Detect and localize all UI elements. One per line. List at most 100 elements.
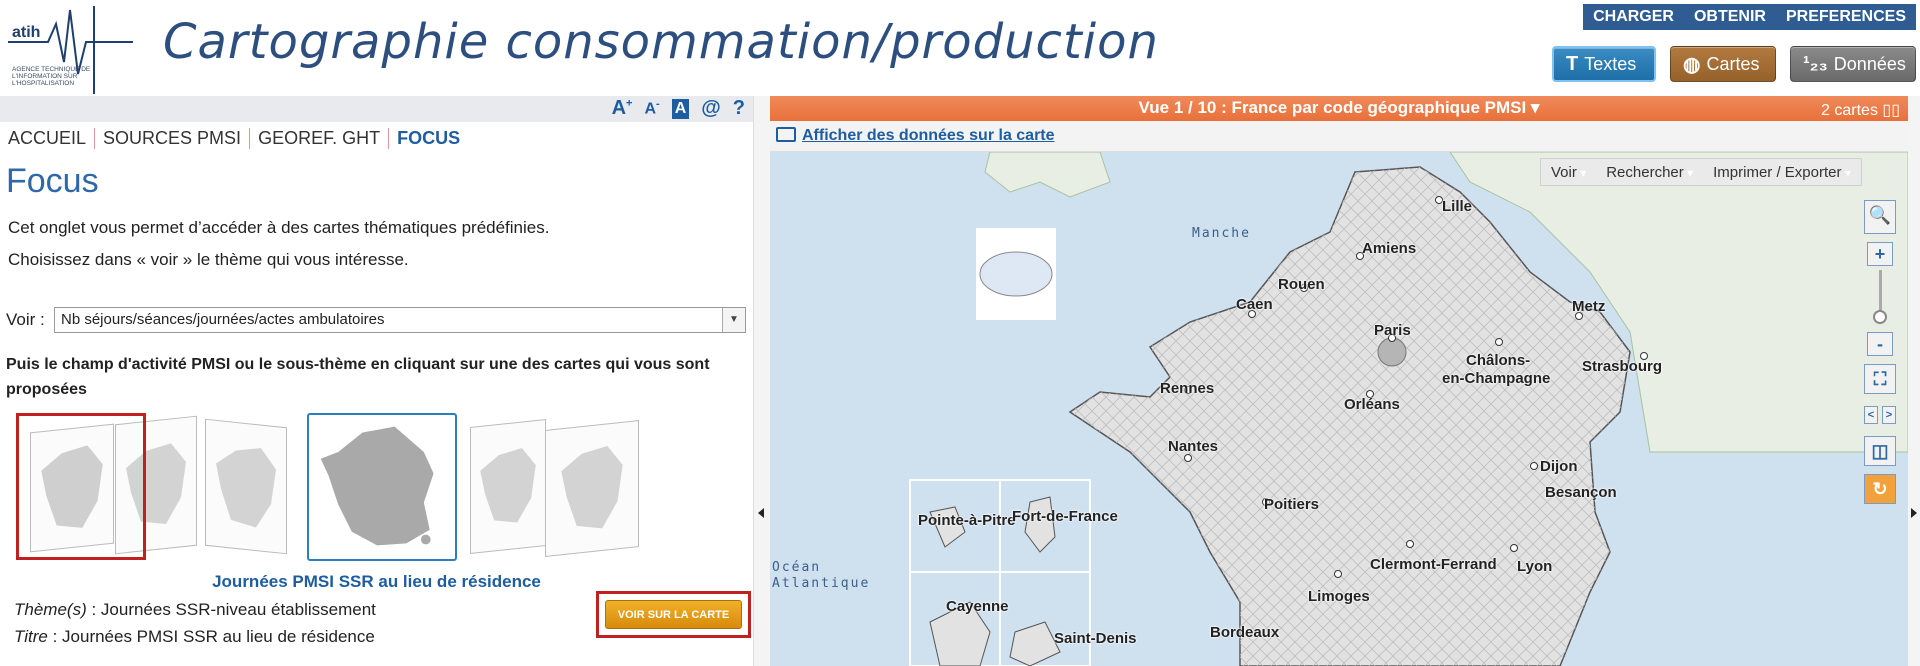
breadcrumb-georef-ght[interactable]: GEOREF. GHT xyxy=(250,128,390,149)
textes-label: Textes xyxy=(1584,53,1637,74)
voir-button-highlight: VOIR SUR LA CARTE xyxy=(596,591,751,638)
titre-value: : Journées PMSI SSR au lieu de résidence xyxy=(47,627,375,646)
breadcrumb-accueil[interactable]: ACCUEIL xyxy=(8,128,96,149)
map-thumbnail-5[interactable] xyxy=(545,420,639,557)
city-label: Lille xyxy=(1442,198,1473,215)
france-thumbnail-icon xyxy=(320,426,434,546)
menu-charger[interactable]: CHARGER xyxy=(1583,8,1684,26)
textes-button[interactable]: T Textes xyxy=(1552,46,1656,82)
inset-label: Fort-de-France xyxy=(1012,508,1118,525)
zoom-slider-handle[interactable] xyxy=(1873,310,1887,324)
titre-line: Titre : Journées PMSI SSR au lieu de rés… xyxy=(14,627,375,647)
city-label: Strasbourg xyxy=(1582,358,1663,375)
breadcrumb: ACCUEIL SOURCES PMSI GEOREF. GHT FOCUS xyxy=(8,128,468,149)
globe-icon: ◍ xyxy=(1683,53,1701,76)
voir-sur-la-carte-button[interactable]: VOIR SUR LA CARTE xyxy=(605,600,742,629)
contact-icon[interactable]: @ xyxy=(701,97,721,120)
map-menu-voir[interactable]: Voir xyxy=(1541,164,1596,181)
map-menu-rechercher[interactable]: Rechercher xyxy=(1596,164,1703,181)
city-label: Amiens xyxy=(1362,240,1417,257)
sea-label-atlantique: Atlantique xyxy=(772,576,871,591)
city-dot xyxy=(1530,462,1538,470)
map-menu: Voir Rechercher Imprimer / Exporter xyxy=(1540,158,1862,186)
voir-select-value: Nb séjours/séances/journées/actes ambula… xyxy=(61,311,385,328)
menu-preferences[interactable]: PREFERENCES xyxy=(1776,8,1916,26)
donnees-label: Données xyxy=(1833,53,1906,74)
cards-count[interactable]: 2 cartes ▯▯ xyxy=(1821,100,1900,120)
zoom-search-icon[interactable]: 🔍 xyxy=(1864,200,1896,234)
left-toolbar: A+ A- A @ ? xyxy=(0,96,753,122)
thumbnail-caption: Journées PMSI SSR au lieu de résidence xyxy=(212,572,541,591)
instruction-text: Puis le champ d'activité PMSI ou le sous… xyxy=(6,356,710,398)
top-menu: CHARGER OBTENIR PREFERENCES xyxy=(1583,4,1916,30)
data-icon: ¹₂₃ xyxy=(1803,52,1828,75)
cartes-button[interactable]: ◍ Cartes xyxy=(1670,46,1776,82)
screenshot-icon[interactable]: ◫ xyxy=(1864,436,1896,466)
font-decrease-icon[interactable]: A- xyxy=(644,98,659,118)
map-menu-imprimer[interactable]: Imprimer / Exporter xyxy=(1703,164,1861,181)
city-label: Orléans xyxy=(1344,396,1400,413)
chevron-down-icon[interactable]: ▼ xyxy=(722,308,745,332)
voir-select[interactable]: Nb séjours/séances/journées/actes ambula… xyxy=(54,307,746,333)
next-view-icon[interactable]: > xyxy=(1882,406,1896,424)
collapse-left-icon[interactable] xyxy=(758,508,764,518)
view-title[interactable]: Vue 1 / 10 : France par code géographiqu… xyxy=(770,98,1908,118)
font-increase-icon[interactable]: A+ xyxy=(612,97,633,120)
city-label: en-Champagne xyxy=(1442,370,1551,387)
intro-text-1: Cet onglet vous permet d’accéder à des c… xyxy=(8,218,550,237)
city-label: Rouen xyxy=(1278,276,1325,293)
sea-label-ocean: Océan xyxy=(772,560,822,575)
panel-splitter[interactable] xyxy=(753,96,771,666)
map-thumbnail-4[interactable] xyxy=(470,419,546,554)
refresh-icon[interactable]: ↻ xyxy=(1864,474,1896,504)
atih-logo: atih AGENCE TECHNIQUE DE L'INFORMATION S… xyxy=(8,2,133,94)
menu-obtenir[interactable]: OBTENIR xyxy=(1684,8,1776,26)
city-label: Caen xyxy=(1236,296,1273,313)
city-label: Besançon xyxy=(1545,484,1617,501)
breadcrumb-sources-pmsi[interactable]: SOURCES PMSI xyxy=(95,128,251,149)
text-icon: T xyxy=(1566,52,1579,75)
breadcrumb-focus[interactable]: FOCUS xyxy=(389,128,468,149)
app-title: Cartographie consommation/production xyxy=(163,14,1159,70)
city-label: Châlons- xyxy=(1466,352,1531,369)
sea-label-manche: Manche xyxy=(1192,226,1251,241)
city-label: Bordeaux xyxy=(1210,624,1280,641)
collapse-right-icon[interactable] xyxy=(1911,508,1917,518)
city-label: Nantes xyxy=(1168,438,1219,455)
zoom-out-button[interactable]: - xyxy=(1867,332,1893,356)
city-label: Dijon xyxy=(1540,458,1578,475)
inset-label: Pointe-à-Pitre xyxy=(918,512,1016,529)
folder-icon xyxy=(776,127,796,142)
inset-label: Cayenne xyxy=(946,598,1009,615)
cartes-label: Cartes xyxy=(1706,53,1760,74)
city-label: Metz xyxy=(1572,298,1606,315)
zoom-in-button[interactable]: + xyxy=(1867,242,1893,266)
voir-label: Voir : xyxy=(6,310,45,329)
map-canvas[interactable]: Manche Océan Atlantique Lille Amiens Rou… xyxy=(770,152,1908,666)
inset-label: Saint-Denis xyxy=(1054,630,1137,647)
city-label: Poitiers xyxy=(1264,496,1320,513)
map-thumbnail-3[interactable] xyxy=(205,418,287,555)
city-label: Limoges xyxy=(1308,588,1370,605)
fullscreen-icon[interactable]: ⛶ xyxy=(1864,364,1896,394)
intro-text-2: Choisissez dans « voir » le thème qui vo… xyxy=(8,250,409,269)
theme-label: Thème(s) xyxy=(14,600,87,619)
city-dot xyxy=(1184,454,1192,462)
logo-tagline: AGENCE TECHNIQUE DE L'INFORMATION SUR L'… xyxy=(12,66,91,87)
map-thumbnail-active[interactable] xyxy=(307,413,457,561)
data-link-bar: Afficher des données sur la carte xyxy=(770,121,1908,152)
right-splitter[interactable] xyxy=(1908,96,1920,666)
city-label: Clermont-Ferrand xyxy=(1370,556,1497,573)
titre-label: Titre xyxy=(14,627,48,646)
contrast-icon[interactable]: A xyxy=(671,98,690,119)
donnees-button[interactable]: ¹₂₃ Données xyxy=(1790,46,1916,82)
help-icon[interactable]: ? xyxy=(733,97,745,120)
city-dot xyxy=(1495,338,1503,346)
display-data-link[interactable]: Afficher des données sur la carte xyxy=(802,127,1055,145)
city-dot xyxy=(1510,544,1518,552)
previous-view-icon[interactable]: < xyxy=(1864,406,1878,424)
view-bar: Vue 1 / 10 : France par code géographiqu… xyxy=(770,96,1908,121)
city-label: Rennes xyxy=(1160,380,1215,397)
theme-line: Thème(s) : Journées SSR-niveau établisse… xyxy=(14,600,376,620)
thumbnail-highlight xyxy=(16,413,146,560)
